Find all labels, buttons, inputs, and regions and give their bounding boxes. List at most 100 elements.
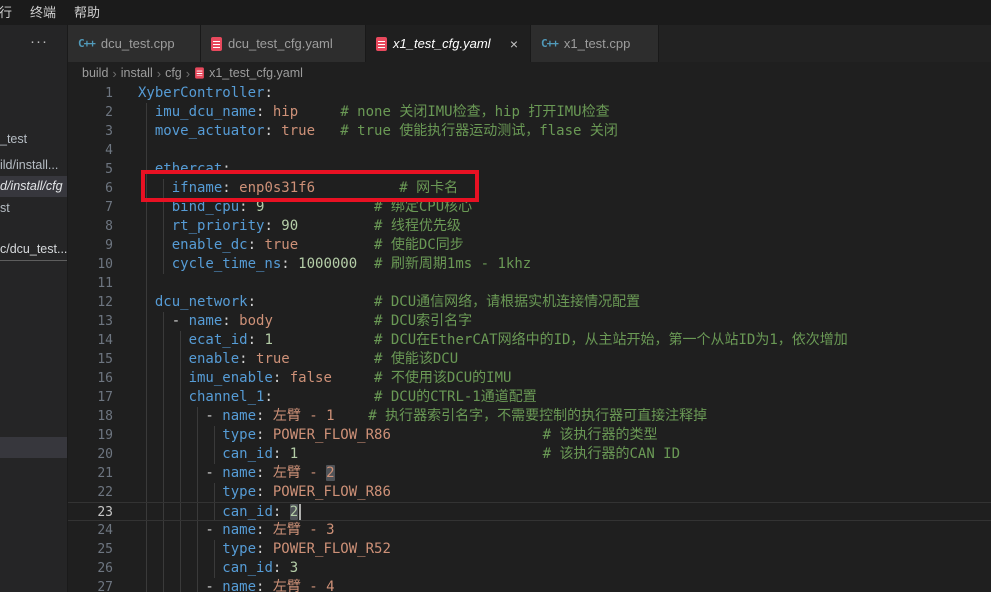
code-line[interactable]: 10 cycle_time_ns: 1000000 # 刷新周期1ms - 1k… [68,255,991,274]
indent-guide [197,483,198,502]
indent-guide [146,103,147,122]
indent-guide [163,217,164,236]
indent-guide [163,503,164,520]
code-line[interactable]: 7 bind_cpu: 9 # 绑定CPU核心 [68,198,991,217]
menu-item-terminal[interactable]: 终端 [21,0,65,25]
indent-guide [163,559,164,578]
editor-group: C++ dcu_test.cpp dcu_test_cfg.yaml x1_te… [68,25,991,592]
indent-guide [146,293,147,312]
breadcrumb-install[interactable]: install [121,66,153,80]
line-number: 13 [68,312,113,331]
tab-label: dcu_test_cfg.yaml [228,36,333,51]
tab-dcu-test-cfg-yaml[interactable]: dcu_test_cfg.yaml [201,25,366,62]
sidebar-item-highlight[interactable] [0,437,67,458]
code-line[interactable]: 11 [68,274,991,293]
indent-guide [180,331,181,350]
sidebar-item[interactable]: st [0,198,67,219]
code-line[interactable]: 3 move_actuator: true # true 使能执行器运动测试，f… [68,122,991,141]
indent-guide [163,198,164,217]
code-line[interactable]: 2 imu_dcu_name: hip # none 关闭IMU检查，hip 打… [68,103,991,122]
line-number: 5 [68,160,113,179]
indent-guide [146,483,147,502]
sidebar-item-selected[interactable]: d/install/cfg [0,176,67,197]
indent-guide [163,521,164,540]
indent-guide [180,445,181,464]
line-number: 15 [68,350,113,369]
code-line[interactable]: 8 rt_priority: 90 # 线程优先级 [68,217,991,236]
indent-guide [163,407,164,426]
cpp-file-icon: C++ [78,37,95,50]
code-line[interactable]: 1XyberController: [68,84,991,103]
code-line[interactable]: 14 ecat_id: 1 # DCU在EtherCAT网络中的ID，从主站开始… [68,331,991,350]
code-line[interactable]: 19 type: POWER_FLOW_R86 # 该执行器的类型 [68,426,991,445]
code-line[interactable]: 25 type: POWER_FLOW_R52 [68,540,991,559]
indent-guide [163,426,164,445]
sidebar-item[interactable]: ild/install... [0,155,67,176]
tab-x1-test-cfg-yaml[interactable]: x1_test_cfg.yaml × [366,25,531,62]
breadcrumb: build › install › cfg › x1_test_cfg.yaml [68,62,991,84]
menu-item-run[interactable]: 行 [0,0,21,25]
indent-guide [197,578,198,592]
indent-guide [197,426,198,445]
code-line[interactable]: 20 can_id: 1 # 该执行器的CAN ID [68,445,991,464]
indent-guide [214,445,215,464]
line-number: 18 [68,407,113,426]
code-line[interactable]: 5 ethercat: [68,160,991,179]
indent-guide [180,521,181,540]
indent-guide [180,350,181,369]
tab-label: x1_test.cpp [564,36,631,51]
indent-guide [214,483,215,502]
indent-guide [214,503,215,520]
line-number: 19 [68,426,113,445]
menu-bar: 行 终端 帮助 [0,0,991,25]
chevron-right-icon: › [186,66,190,81]
code-line[interactable]: 16 imu_enable: false # 不使用该DCU的IMU [68,369,991,388]
line-number: 11 [68,274,113,293]
indent-guide [146,407,147,426]
code-line[interactable]: 12 dcu_network: # DCU通信网络，请根据实机连接情况配置 [68,293,991,312]
code-line[interactable]: 22 type: POWER_FLOW_R86 [68,483,991,502]
indent-guide [163,331,164,350]
code-line[interactable]: 9 enable_dc: true # 使能DC同步 [68,236,991,255]
tab-dcu-test-cpp[interactable]: C++ dcu_test.cpp [68,25,201,62]
tab-label: x1_test_cfg.yaml [393,36,491,51]
line-number: 4 [68,141,113,160]
code-line[interactable]: 21 - name: 左臂 - 2 [68,464,991,483]
breadcrumb-cfg[interactable]: cfg [165,66,182,80]
code-line[interactable]: 23 can_id: 2 [68,502,991,521]
indent-guide [197,464,198,483]
code-line[interactable]: 24 - name: 左臂 - 3 [68,521,991,540]
code-line[interactable]: 26 can_id: 3 [68,559,991,578]
indent-guide [146,274,147,293]
menu-item-help[interactable]: 帮助 [65,0,109,25]
code-line[interactable]: 13 - name: body # DCU索引名字 [68,312,991,331]
breadcrumb-build[interactable]: build [82,66,108,80]
sidebar-item[interactable]: c/dcu_test... [0,239,67,261]
code-area[interactable]: 1XyberController:2 imu_dcu_name: hip # n… [68,84,991,592]
code-line[interactable]: 17 channel_1: # DCU的CTRL-1通道配置 [68,388,991,407]
indent-guide [146,578,147,592]
code-line[interactable]: 6 ifname: enp0s31f6 # 网卡名 [68,179,991,198]
indent-guide [146,312,147,331]
sidebar-item[interactable]: _test [0,129,67,150]
explorer-sidebar: ··· _test ild/install... d/install/cfg s… [0,25,68,592]
breadcrumb-file[interactable]: x1_test_cfg.yaml [209,66,303,80]
line-number: 10 [68,255,113,274]
tab-x1-test-cpp[interactable]: C++ x1_test.cpp [531,25,659,62]
line-number: 22 [68,483,113,502]
code-line[interactable]: 15 enable: true # 使能该DCU [68,350,991,369]
indent-guide [146,160,147,179]
close-icon[interactable]: × [508,36,520,52]
indent-guide [214,426,215,445]
code-line[interactable]: 27 - name: 左臂 - 4 [68,578,991,592]
more-actions-icon[interactable]: ··· [30,33,48,50]
indent-guide [197,559,198,578]
line-number: 9 [68,236,113,255]
code-line[interactable]: 4 [68,141,991,160]
line-number: 17 [68,388,113,407]
line-number: 6 [68,179,113,198]
indent-guide [180,407,181,426]
indent-guide [146,540,147,559]
code-line[interactable]: 18 - name: 左臂 - 1 # 执行器索引名字，不需要控制的执行器可直接… [68,407,991,426]
cpp-file-icon: C++ [541,37,558,50]
